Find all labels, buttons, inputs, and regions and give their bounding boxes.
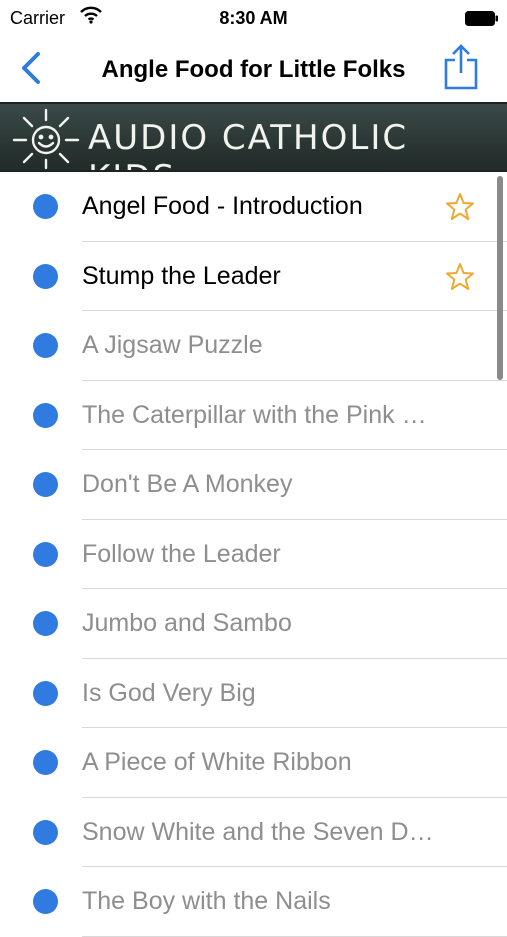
list-item[interactable]: The Caterpillar with the Pink E… bbox=[0, 381, 507, 451]
list-item[interactable]: Jumbo and Sambo bbox=[0, 589, 507, 659]
status-dot-icon bbox=[33, 333, 58, 358]
track-title: Is God Very Big bbox=[82, 678, 256, 707]
track-title: Jumbo and Sambo bbox=[82, 609, 292, 637]
track-title: The Caterpillar with the Pink E… bbox=[82, 400, 437, 429]
list-item[interactable]: The Boy with the Nails bbox=[0, 867, 507, 937]
list-item[interactable]: Follow the Leader bbox=[0, 520, 507, 590]
status-dot-icon bbox=[33, 750, 58, 775]
star-outline-icon[interactable] bbox=[445, 262, 475, 292]
list-item[interactable]: Is God Very Big bbox=[0, 659, 507, 729]
battery-icon bbox=[465, 10, 498, 26]
status-dot-icon bbox=[33, 889, 58, 914]
list-item[interactable]: Stump the Leader bbox=[0, 242, 507, 312]
scroll-indicator[interactable] bbox=[497, 176, 503, 380]
track-title: Stump the Leader bbox=[82, 261, 281, 290]
status-dot-icon bbox=[33, 680, 58, 706]
status-dot-icon bbox=[33, 611, 58, 636]
page-title: Angle Food for Little Folks bbox=[101, 56, 406, 83]
track-title: Snow White and the Seven D… bbox=[82, 817, 434, 846]
status-dot-icon bbox=[33, 263, 58, 289]
track-title: A Piece of White Ribbon bbox=[82, 748, 352, 776]
track-title: Angel Food - Introduction bbox=[82, 192, 363, 220]
list-item[interactable]: Angel Food - Introduction bbox=[0, 172, 507, 242]
track-title: Don't Be A Monkey bbox=[82, 470, 293, 498]
sun-icon bbox=[10, 106, 84, 170]
status-dot-icon bbox=[33, 194, 58, 219]
navigation-bar: Angle Food for Little Folks bbox=[0, 36, 507, 102]
list-item[interactable]: Snow White and the Seven D… bbox=[0, 798, 507, 868]
banner-title: AUDIO CATHOLIC KIDS bbox=[88, 118, 409, 170]
chevron-left-icon bbox=[12, 52, 52, 94]
track-title: Follow the Leader bbox=[82, 539, 281, 568]
track-title: The Boy with the Nails bbox=[82, 887, 331, 915]
list-item[interactable]: Don't Be A Monkey bbox=[0, 450, 507, 520]
status-dot-icon bbox=[33, 402, 58, 428]
star-outline-icon[interactable] bbox=[445, 192, 475, 222]
status-dot-icon bbox=[33, 819, 58, 845]
track-list: Angel Food - Introduction Stump the Leade… bbox=[0, 172, 507, 937]
share-icon bbox=[441, 44, 481, 96]
back-button[interactable] bbox=[12, 50, 52, 90]
status-bar: Carrier 8:30 AM bbox=[0, 0, 507, 36]
track-title: A Jigsaw Puzzle bbox=[82, 331, 263, 359]
status-dot-icon bbox=[33, 541, 58, 567]
list-item[interactable]: A Jigsaw Puzzle bbox=[0, 311, 507, 381]
list-item[interactable]: A Piece of White Ribbon bbox=[0, 728, 507, 798]
clock: 8:30 AM bbox=[219, 8, 288, 28]
share-button[interactable] bbox=[441, 42, 481, 92]
banner: AUDIO CATHOLIC KIDS bbox=[0, 102, 507, 172]
status-dot-icon bbox=[33, 472, 58, 497]
